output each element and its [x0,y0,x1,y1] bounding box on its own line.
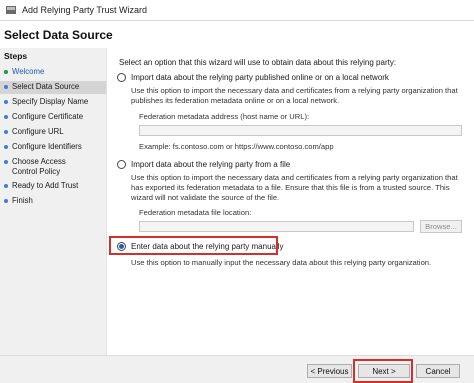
step-label: Configure URL [12,127,64,136]
step-label: Configure Identifiers [12,142,82,151]
radio-import-file[interactable]: Import data about the relying party from… [117,160,290,169]
step-ready-to-add-trust: Ready to Add Trust [0,180,106,191]
step-label: Select Data Source [12,82,80,91]
page-title: Select Data Source [4,28,113,42]
cancel-button[interactable]: Cancel [416,364,460,378]
step-complete-icon [4,70,8,74]
step-label: Ready to Add Trust [12,181,79,190]
step-pending-icon [4,130,8,134]
step-select-data-source: Select Data Source [0,81,106,94]
step-label: Configure Certificate [12,112,84,121]
step-pending-icon [4,100,8,104]
window-title: Add Relying Party Trust Wizard [22,5,148,15]
step-label: Finish [12,196,33,205]
step-configure-certificate: Configure Certificate [0,111,106,122]
option-description: Use this option to manually input the ne… [131,258,432,267]
example-text: Example: fs.contoso.com or https://www.c… [139,142,334,151]
intro-text: Select an option that this wizard will u… [119,58,397,67]
step-pending-icon [4,115,8,119]
radio-button[interactable] [117,160,126,169]
window-title-bar: Add Relying Party Trust Wizard [0,0,474,21]
previous-button[interactable]: < Previous [307,364,352,378]
metadata-address-input[interactable] [139,125,462,136]
step-configure-identifiers: Configure Identifiers [0,141,106,152]
step-specify-display-name: Specify Display Name [0,96,106,107]
step-welcome: Welcome [0,66,106,77]
browse-button[interactable]: Browse... [420,220,462,233]
step-label: Welcome [12,67,45,76]
step-finish: Finish [0,195,106,206]
wizard-footer: < Previous Next > Cancel [0,355,474,383]
step-current-icon [4,85,8,89]
step-pending-icon [4,184,8,188]
step-pending-icon [4,199,8,203]
next-button-highlight [353,359,413,383]
step-configure-url: Configure URL [0,126,106,137]
option-description: Use this option to import the necessary … [131,173,458,202]
metadata-file-label: Federation metadata file location: [139,208,252,217]
radio-button[interactable] [117,73,126,82]
step-label: Choose Access Control Policy [12,157,66,176]
step-choose-access-control-policy: Choose Access Control Policy [0,156,106,177]
main-panel: Select an option that this wizard will u… [107,48,474,355]
step-label: Specify Display Name [12,97,89,106]
metadata-file-input[interactable] [139,221,414,232]
steps-title: Steps [4,51,28,61]
metadata-address-label: Federation metadata address (host name o… [139,112,310,121]
radio-import-online[interactable]: Import data about the relying party publ… [117,73,389,82]
step-pending-icon [4,145,8,149]
steps-sidebar: Steps Welcome Select Data Source Specify… [0,48,107,355]
wizard-app-icon [5,4,17,16]
option-label: Import data about the relying party from… [131,160,291,169]
option-label: Import data about the relying party publ… [131,73,389,82]
manual-option-highlight [109,236,278,255]
step-pending-icon [4,160,8,164]
option-description: Use this option to import the necessary … [131,86,458,105]
